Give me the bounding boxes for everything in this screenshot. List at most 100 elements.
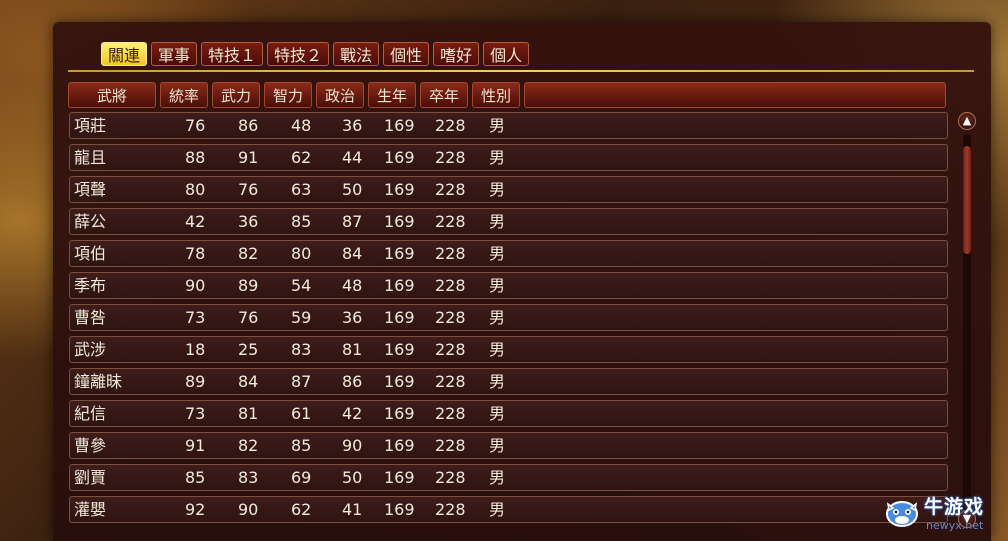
cow-face-icon xyxy=(886,501,918,527)
tab-bar: 關連 軍事 特技１ 特技２ 戰法 個性 嗜好 個人 xyxy=(101,42,530,68)
stat-war: 82 xyxy=(238,244,259,263)
tab-skills-1[interactable]: 特技１ xyxy=(201,42,264,66)
officer-name: 龍且 xyxy=(74,148,107,167)
tab-hobbies[interactable]: 嗜好 xyxy=(433,42,480,66)
stat-death-year: 228 xyxy=(435,436,466,455)
stat-leadership: 73 xyxy=(185,404,206,423)
stat-gender: 男 xyxy=(489,276,506,295)
stat-intelligence: 85 xyxy=(291,436,312,455)
stat-death-year: 228 xyxy=(435,212,466,231)
tab-tactics[interactable]: 戰法 xyxy=(333,42,380,66)
stat-birth-year: 169 xyxy=(384,372,415,391)
column-header-leadership[interactable]: 統率 xyxy=(160,82,208,108)
stat-birth-year: 169 xyxy=(384,212,415,231)
officer-name: 劉賈 xyxy=(74,468,107,487)
stat-death-year: 228 xyxy=(435,308,466,327)
stat-birth-year: 169 xyxy=(384,468,415,487)
table-row[interactable]: 項伯 78 82 80 84 169 228 男 xyxy=(69,240,948,267)
tab-personal[interactable]: 個人 xyxy=(483,42,530,66)
stat-leadership: 88 xyxy=(185,148,206,167)
stat-gender: 男 xyxy=(489,148,506,167)
stat-leadership: 80 xyxy=(185,180,206,199)
table-row[interactable]: 薛公 42 36 85 87 169 228 男 xyxy=(69,208,948,235)
tab-relations[interactable]: 關連 xyxy=(101,42,148,66)
stat-leadership: 42 xyxy=(185,212,206,231)
column-header-empty xyxy=(524,82,946,108)
stat-gender: 男 xyxy=(489,468,506,487)
stat-intelligence: 54 xyxy=(291,276,312,295)
table-row[interactable]: 曹咎 73 76 59 36 169 228 男 xyxy=(69,304,948,331)
table-row[interactable]: 紀信 73 81 61 42 169 228 男 xyxy=(69,400,948,427)
watermark-title: 牛游戏 xyxy=(924,496,985,518)
stat-politics: 44 xyxy=(342,148,363,167)
stat-politics: 41 xyxy=(342,500,363,519)
table-row[interactable]: 項聲 80 76 63 50 169 228 男 xyxy=(69,176,948,203)
stat-intelligence: 85 xyxy=(291,212,312,231)
officer-table: 項莊 76 86 48 36 169 228 男 龍且 88 91 62 44 … xyxy=(69,112,948,528)
stat-politics: 36 xyxy=(342,116,363,135)
stat-intelligence: 80 xyxy=(291,244,312,263)
tab-skills-2[interactable]: 特技２ xyxy=(267,42,330,66)
stat-leadership: 92 xyxy=(185,500,206,519)
column-header-politics[interactable]: 政治 xyxy=(316,82,364,108)
stat-birth-year: 169 xyxy=(384,308,415,327)
vertical-scrollbar[interactable]: ▲ ▼ xyxy=(958,112,976,541)
scroll-track[interactable] xyxy=(963,134,971,519)
watermark-url: newyx.net xyxy=(926,519,984,532)
stat-gender: 男 xyxy=(489,180,506,199)
stat-leadership: 90 xyxy=(185,276,206,295)
column-header-gender[interactable]: 性別 xyxy=(472,82,520,108)
scroll-thumb[interactable] xyxy=(963,146,971,254)
stat-gender: 男 xyxy=(489,404,506,423)
stat-leadership: 85 xyxy=(185,468,206,487)
officer-name: 武涉 xyxy=(74,340,107,359)
stat-birth-year: 169 xyxy=(384,500,415,519)
table-row[interactable]: 灌嬰 92 90 62 41 169 228 男 xyxy=(69,496,948,523)
stat-politics: 84 xyxy=(342,244,363,263)
table-row[interactable]: 鐘離昧 89 84 87 86 169 228 男 xyxy=(69,368,948,395)
stat-gender: 男 xyxy=(489,244,506,263)
tab-personality[interactable]: 個性 xyxy=(383,42,430,66)
stat-intelligence: 61 xyxy=(291,404,312,423)
stat-war: 91 xyxy=(238,148,259,167)
officer-name: 項伯 xyxy=(74,244,107,263)
officer-list-panel: 關連 軍事 特技１ 特技２ 戰法 個性 嗜好 個人 武將 統率 武力 智力 政治… xyxy=(53,22,991,541)
stat-intelligence: 63 xyxy=(291,180,312,199)
stat-birth-year: 169 xyxy=(384,436,415,455)
stat-politics: 42 xyxy=(342,404,363,423)
column-header-officer[interactable]: 武將 xyxy=(68,82,156,108)
stat-war: 36 xyxy=(238,212,259,231)
officer-name: 項莊 xyxy=(74,116,107,135)
stat-birth-year: 169 xyxy=(384,116,415,135)
stat-gender: 男 xyxy=(489,436,506,455)
officer-name: 灌嬰 xyxy=(74,500,107,519)
table-row[interactable]: 劉賈 85 83 69 50 169 228 男 xyxy=(69,464,948,491)
column-header-death-year[interactable]: 卒年 xyxy=(420,82,468,108)
stat-war: 86 xyxy=(238,116,259,135)
chevron-up-icon[interactable]: ▲ xyxy=(958,112,976,130)
stat-leadership: 78 xyxy=(185,244,206,263)
table-row[interactable]: 武涉 18 25 83 81 169 228 男 xyxy=(69,336,948,363)
stat-intelligence: 83 xyxy=(291,340,312,359)
table-row[interactable]: 季布 90 89 54 48 169 228 男 xyxy=(69,272,948,299)
stat-war: 84 xyxy=(238,372,259,391)
table-row[interactable]: 項莊 76 86 48 36 169 228 男 xyxy=(69,112,948,139)
stat-politics: 50 xyxy=(342,468,363,487)
stat-birth-year: 169 xyxy=(384,148,415,167)
officer-name: 季布 xyxy=(74,276,107,295)
stat-politics: 50 xyxy=(342,180,363,199)
tab-divider xyxy=(68,70,974,72)
column-header-birth-year[interactable]: 生年 xyxy=(368,82,416,108)
stat-gender: 男 xyxy=(489,116,506,135)
stat-death-year: 228 xyxy=(435,276,466,295)
table-row[interactable]: 龍且 88 91 62 44 169 228 男 xyxy=(69,144,948,171)
table-row[interactable]: 曹參 91 82 85 90 169 228 男 xyxy=(69,432,948,459)
column-header-war[interactable]: 武力 xyxy=(212,82,260,108)
stat-politics: 90 xyxy=(342,436,363,455)
stat-intelligence: 48 xyxy=(291,116,312,135)
stat-gender: 男 xyxy=(489,308,506,327)
stat-war: 89 xyxy=(238,276,259,295)
stat-gender: 男 xyxy=(489,500,506,519)
tab-military[interactable]: 軍事 xyxy=(151,42,198,66)
column-header-intelligence[interactable]: 智力 xyxy=(264,82,312,108)
